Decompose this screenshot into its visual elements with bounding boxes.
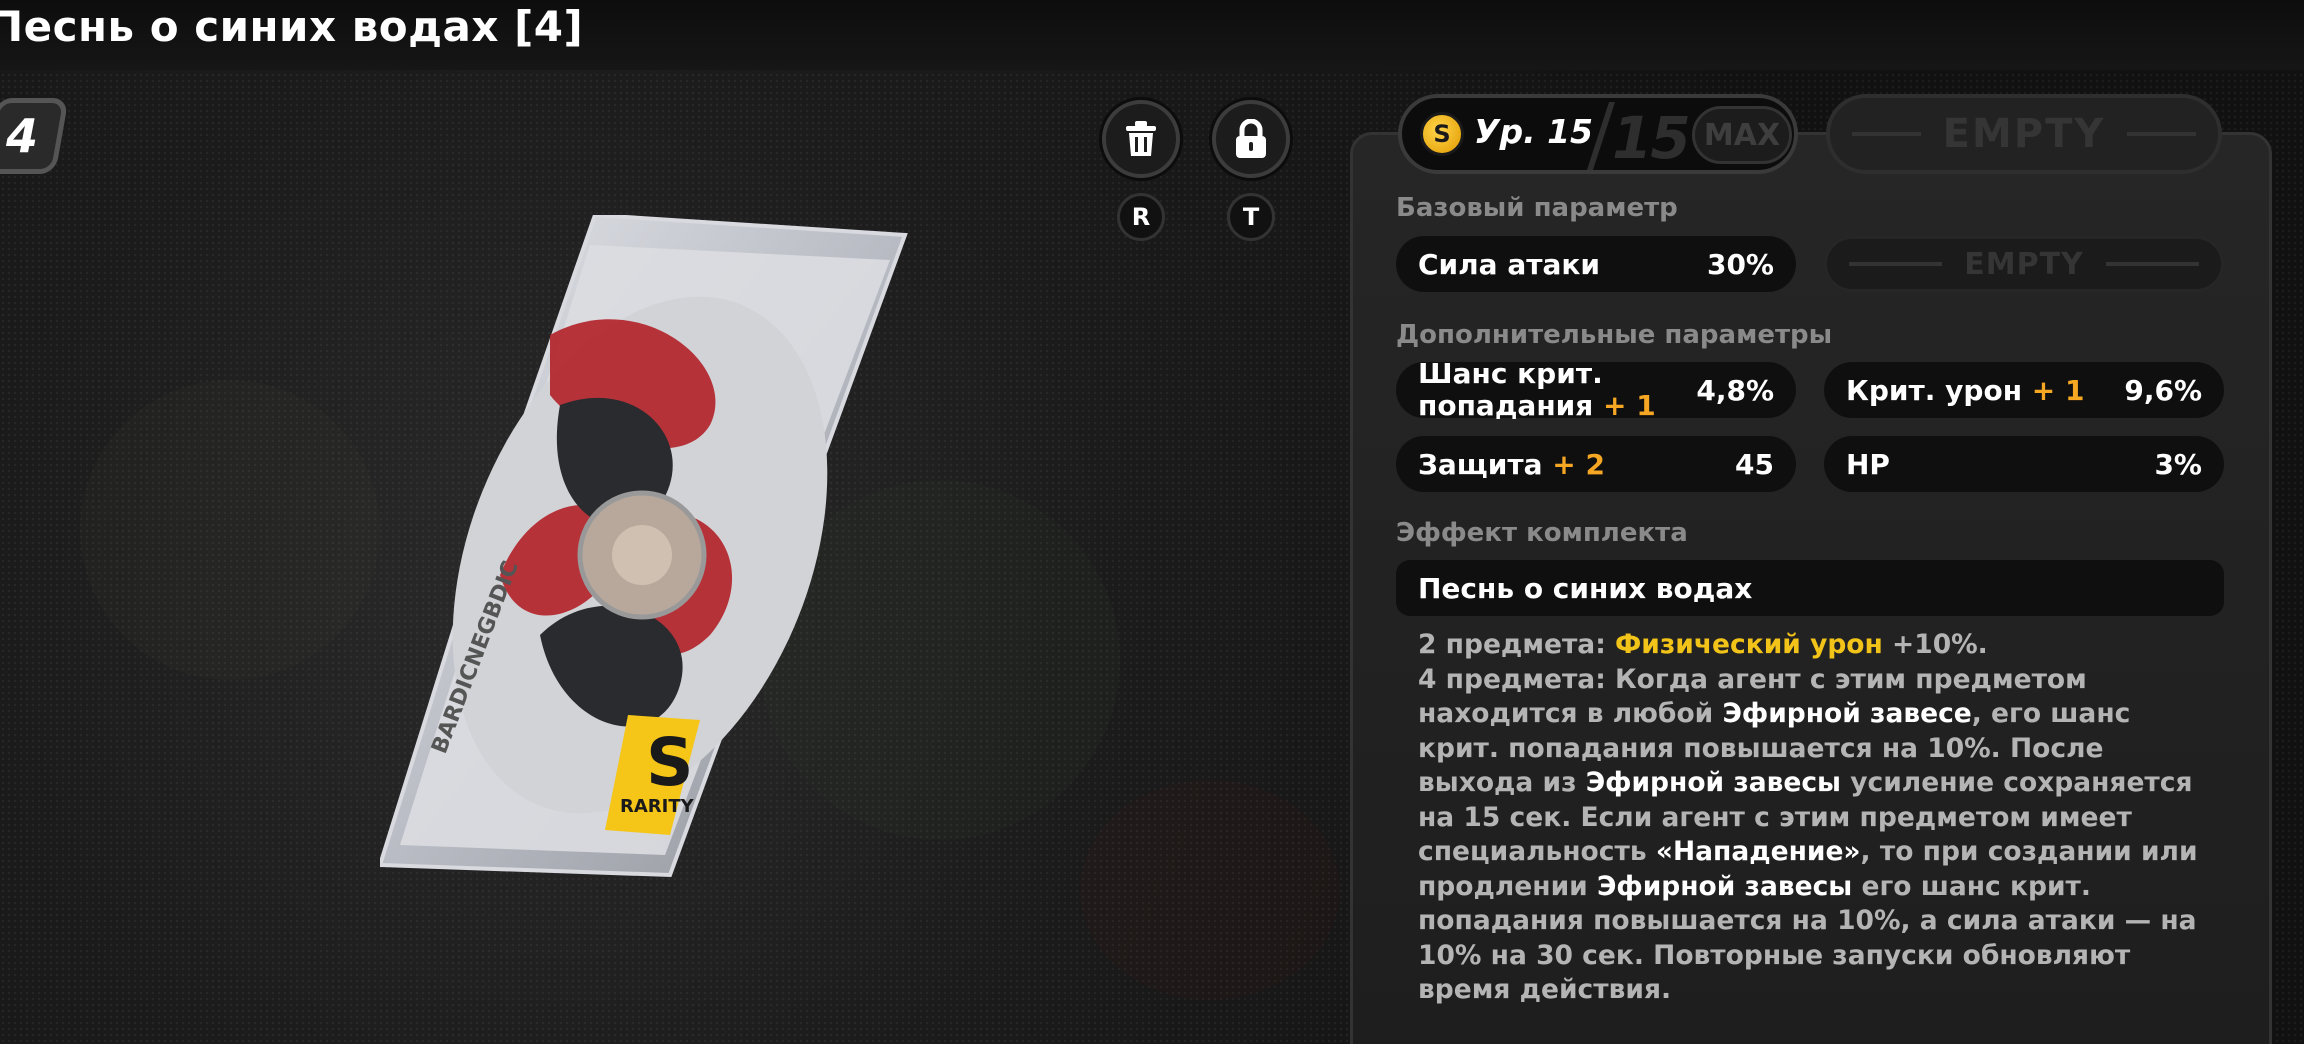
base-stat-name: Сила атаки xyxy=(1418,247,1600,281)
page-title: Песнь о синих водах [4] xyxy=(0,2,584,51)
sub-stat-name: Шанс крит. попадания + 1 xyxy=(1418,358,1656,422)
sub-stat-name: Защита + 2 xyxy=(1418,448,1605,481)
empty-level-label: EMPTY xyxy=(1942,111,2106,157)
level-pill: S Ур. 15 15 MAX xyxy=(1398,94,1798,174)
sub-stat-name-text: Защита xyxy=(1418,447,1543,481)
lock-key-label: T xyxy=(1242,203,1260,231)
delete-key-hint: R xyxy=(1117,193,1165,241)
set-effect-heading: Эффект комплекта xyxy=(1396,518,1688,548)
trash-icon xyxy=(1126,121,1156,156)
sub-stat-bonus: + 1 xyxy=(2031,373,2085,407)
sub-stat-name-text: Крит. урон xyxy=(1846,373,2023,407)
sub-stat-value: 9,6% xyxy=(2124,373,2202,407)
drive-disc-image: S RARITY BARDICNEGBDIC xyxy=(377,212,940,895)
base-stat-heading: Базовый параметр xyxy=(1396,193,1678,223)
lock-button[interactable] xyxy=(1212,100,1290,178)
max-level-value: 15 xyxy=(1612,104,1691,172)
sub-stat-value: 45 xyxy=(1735,447,1774,481)
sub-stat-name-line1: Шанс крит. xyxy=(1418,357,1603,390)
empty-level-slot: EMPTY xyxy=(1826,94,2222,174)
base-stat-empty-slot: EMPTY xyxy=(1824,236,2224,292)
rank-coin-icon: S xyxy=(1420,112,1464,156)
base-stat-row: Сила атаки 30% xyxy=(1396,236,1796,292)
set-name: Песнь о синих водах xyxy=(1418,571,1753,605)
two-piece-effect: 2 предмета: Физический урон +10%. xyxy=(1418,628,2218,663)
four-piece-keyword: Эфирной завесы xyxy=(1596,870,1853,902)
set-effect-description: 2 предмета: Физический урон +10%. 4 пред… xyxy=(1418,628,2218,1008)
rank-sticker-letter: S xyxy=(646,724,694,801)
two-piece-highlight: Физический урон xyxy=(1615,629,1883,660)
lock-icon xyxy=(1236,119,1266,158)
sub-stats-heading: Дополнительные параметры xyxy=(1396,320,1833,350)
sub-stat-row: HP 3% xyxy=(1824,436,2224,492)
sub-stat-name-line2: попадания xyxy=(1418,389,1594,422)
rank-sticker-label: RARITY xyxy=(620,796,695,817)
four-piece-keyword: Эфирной завесе xyxy=(1722,698,1972,729)
two-piece-prefix: 2 предмета: xyxy=(1418,629,1616,660)
lock-key-hint: T xyxy=(1227,193,1275,241)
delete-button[interactable] xyxy=(1102,100,1180,178)
max-badge: MAX xyxy=(1692,106,1792,164)
sub-stat-row: Защита + 2 45 xyxy=(1396,436,1796,492)
title-bar: Песнь о синих водах [4] xyxy=(0,0,2304,70)
base-stat-value: 30% xyxy=(1706,247,1774,281)
sub-stat-name: Крит. урон + 1 xyxy=(1846,374,2085,407)
sub-stat-bonus: + 2 xyxy=(1552,447,1605,481)
sub-stat-name: HP xyxy=(1846,447,1890,481)
sub-stat-row: Крит. урон + 1 9,6% xyxy=(1824,362,2224,418)
sub-stat-row: Шанс крит. попадания + 1 4,8% xyxy=(1396,358,1796,422)
sub-stat-value: 4,8% xyxy=(1696,373,1774,407)
base-stat-empty-label: EMPTY xyxy=(1964,246,2084,282)
rank-coin-letter: S xyxy=(1433,120,1451,148)
four-piece-keyword: «Нападение» xyxy=(1655,836,1861,867)
sub-stat-value: 3% xyxy=(2154,447,2202,481)
set-name-row: Песнь о синих водах xyxy=(1396,560,2224,616)
slot-number: 4 xyxy=(5,109,38,163)
level-label: Ур. 15 xyxy=(1474,112,1594,151)
two-piece-suffix: +10%. xyxy=(1882,629,1988,660)
delete-key-label: R xyxy=(1131,203,1151,231)
sub-stat-bonus: + 1 xyxy=(1603,389,1656,422)
four-piece-keyword: Эфирной завесы xyxy=(1585,767,1842,798)
four-piece-effect: 4 предмета: Когда агент с этим предметом… xyxy=(1418,663,2218,1008)
